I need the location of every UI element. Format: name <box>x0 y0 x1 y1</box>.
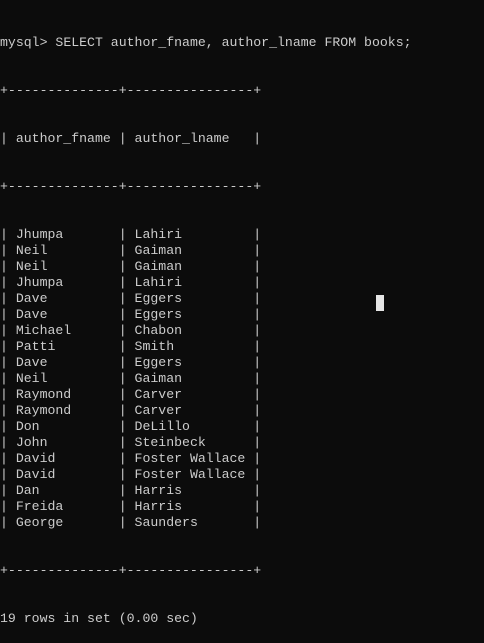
cell-author-fname: Michael <box>15 323 111 338</box>
cell-author-lname: Carver <box>134 403 246 418</box>
sql-command: SELECT author_fname, author_lname FROM b… <box>55 35 412 50</box>
table-row: | Neil | Gaiman | <box>0 371 262 386</box>
cell-author-lname: Harris <box>134 483 246 498</box>
result-status: 19 rows in set (0.00 sec) <box>0 611 198 626</box>
table-row: | Neil | Gaiman | <box>0 243 262 258</box>
table-row: | David | Foster Wallace | <box>0 467 262 482</box>
table-row: | Jhumpa | Lahiri | <box>0 275 262 290</box>
table-row: | David | Foster Wallace | <box>0 451 262 466</box>
cell-author-lname: Lahiri <box>134 275 246 290</box>
table-row: | Dan | Harris | <box>0 483 262 498</box>
column-header-author-lname: author_lname <box>134 131 246 146</box>
cell-author-lname: Carver <box>134 387 246 402</box>
table-row: | Jhumpa | Lahiri | <box>0 227 262 242</box>
cell-author-lname: Foster Wallace <box>134 467 246 482</box>
cell-author-lname: Foster Wallace <box>134 451 246 466</box>
cell-author-lname: Eggers <box>134 307 246 322</box>
cell-author-fname: John <box>15 435 111 450</box>
cell-author-lname: Eggers <box>134 355 246 370</box>
cell-author-fname: Jhumpa <box>15 227 111 242</box>
cell-author-fname: David <box>15 467 111 482</box>
table-row: | Don | DeLillo | <box>0 419 262 434</box>
cell-author-lname: Harris <box>134 499 246 514</box>
table-border-bottom: +--------------+----------------+ <box>0 563 262 578</box>
table-header-row: | author_fname | author_lname | <box>0 131 262 146</box>
table-row: | Freida | Harris | <box>0 499 262 514</box>
command-line: mysql> SELECT author_fname, author_lname… <box>0 35 484 51</box>
cell-author-lname: Smith <box>134 339 246 354</box>
table-row: | Patti | Smith | <box>0 339 262 354</box>
cell-author-fname: Dan <box>15 483 111 498</box>
table-row: | George | Saunders | <box>0 515 262 530</box>
table-body: | Jhumpa | Lahiri | | Neil | Gaiman | | Ne… <box>0 227 484 531</box>
table-row: | Dave | Eggers | <box>0 355 262 370</box>
cell-author-fname: Neil <box>15 259 111 274</box>
cell-author-lname: Steinbeck <box>134 435 246 450</box>
table-border-top: +--------------+----------------+ <box>0 83 262 98</box>
terminal-window[interactable]: mysql> SELECT author_fname, author_lname… <box>0 3 484 626</box>
cell-author-fname: Dave <box>15 355 111 370</box>
cell-author-lname: Chabon <box>134 323 246 338</box>
table-row: | Raymond | Carver | <box>0 387 262 402</box>
table-row: | Raymond | Carver | <box>0 403 262 418</box>
cell-author-fname: Raymond <box>15 387 111 402</box>
text-cursor <box>376 295 384 311</box>
table-row: | Neil | Gaiman | <box>0 259 262 274</box>
cell-author-fname: George <box>15 515 111 530</box>
cell-author-lname: Gaiman <box>134 243 246 258</box>
table-row: | John | Steinbeck | <box>0 435 262 450</box>
cell-author-fname: Jhumpa <box>15 275 111 290</box>
mysql-prompt: mysql> <box>0 35 56 50</box>
cell-author-lname: Gaiman <box>134 371 246 386</box>
cell-author-fname: Patti <box>15 339 111 354</box>
table-border-header: +--------------+----------------+ <box>0 179 262 194</box>
column-header-author-fname: author_fname <box>15 131 111 146</box>
cell-author-lname: Eggers <box>134 291 246 306</box>
cell-author-fname: Dave <box>15 307 111 322</box>
table-row: | Michael | Chabon | <box>0 323 262 338</box>
cell-author-fname: Raymond <box>15 403 111 418</box>
cell-author-lname: Lahiri <box>134 227 246 242</box>
cell-author-fname: Neil <box>15 371 111 386</box>
cell-author-fname: Neil <box>15 243 111 258</box>
table-row: | Dave | Eggers | <box>0 291 262 306</box>
cell-author-lname: Gaiman <box>134 259 246 274</box>
cell-author-lname: Saunders <box>134 515 246 530</box>
cell-author-fname: Don <box>15 419 111 434</box>
cell-author-fname: Dave <box>15 291 111 306</box>
cell-author-lname: DeLillo <box>134 419 246 434</box>
cell-author-fname: Freida <box>15 499 111 514</box>
table-row: | Dave | Eggers | <box>0 307 262 322</box>
cell-author-fname: David <box>15 451 111 466</box>
